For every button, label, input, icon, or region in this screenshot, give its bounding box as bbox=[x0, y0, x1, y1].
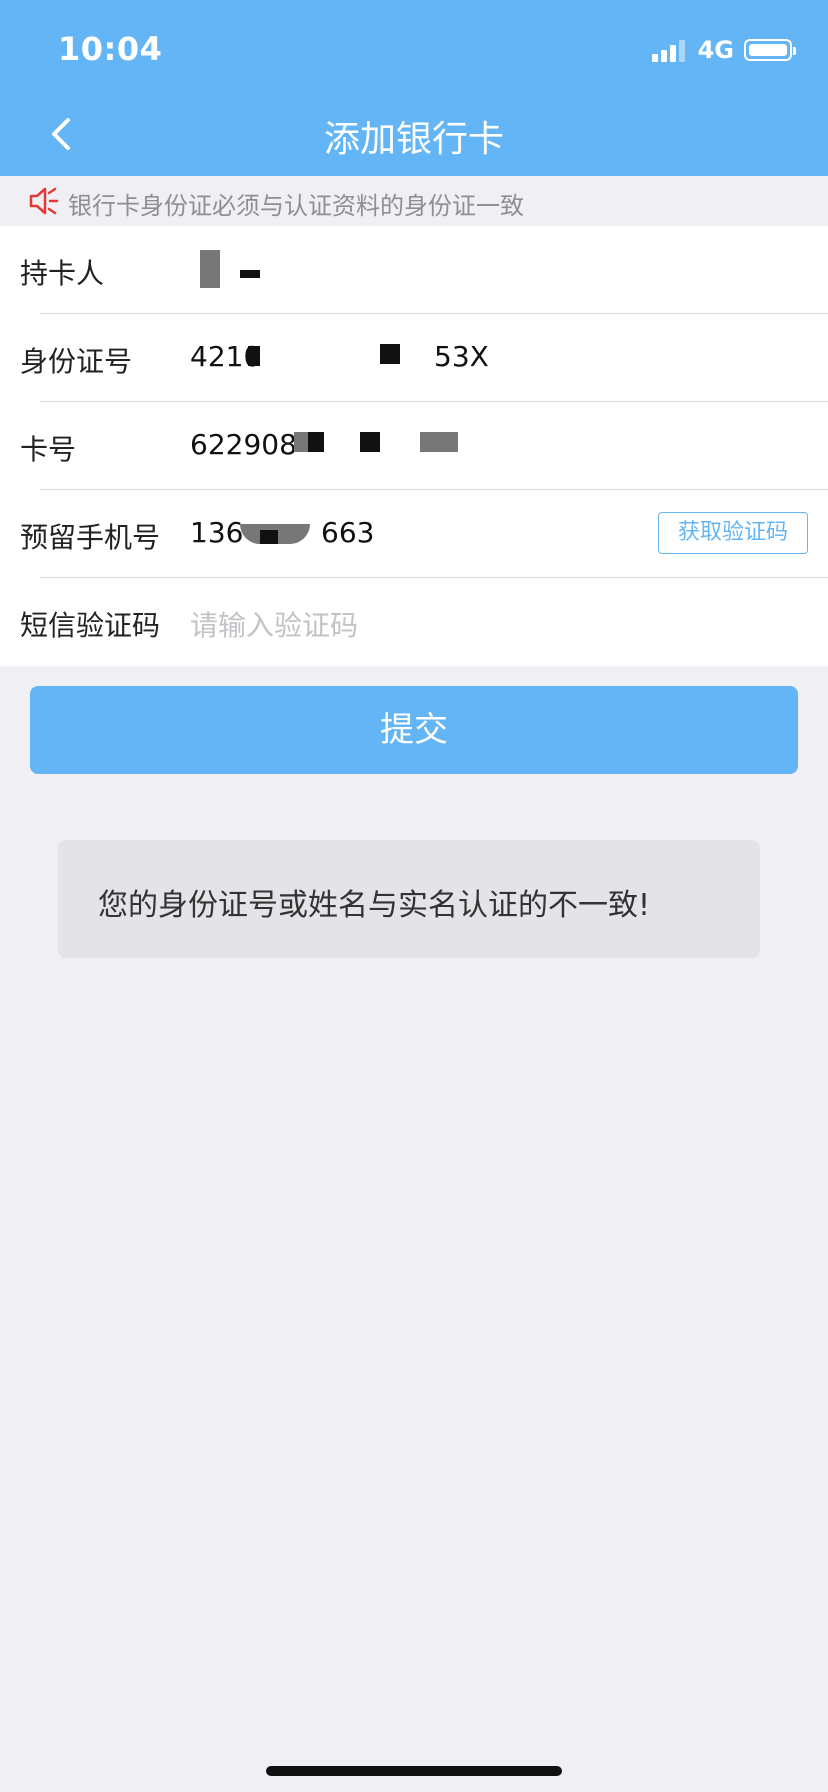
cardholder-label: 持卡人 bbox=[20, 257, 105, 290]
phone-field[interactable]: 136 663 bbox=[190, 516, 410, 552]
id-number-label: 身份证号 bbox=[20, 345, 133, 378]
phone-row: 预留手机号 136 663 获取验证码 bbox=[0, 490, 828, 578]
speaker-icon bbox=[29, 187, 59, 215]
sms-code-input[interactable]: 请输入验证码 bbox=[190, 604, 358, 644]
get-code-button[interactable]: 获取验证码 bbox=[658, 512, 808, 554]
notice-bar: 银行卡身份证必须与认证资料的身份证一致 bbox=[0, 176, 828, 226]
page-title: 添加银行卡 bbox=[323, 119, 504, 160]
phone-prefix: 136 bbox=[190, 516, 244, 549]
status-time: 10:04 bbox=[58, 30, 163, 68]
network-type: 4G bbox=[697, 36, 734, 64]
id-number-row: 身份证号 4210 53X bbox=[0, 314, 828, 402]
home-indicator[interactable] bbox=[266, 1766, 562, 1776]
redaction-mask bbox=[308, 432, 324, 452]
redaction-mask bbox=[420, 432, 458, 452]
card-number-prefix: 622908 bbox=[190, 428, 297, 461]
notice-text: 银行卡身份证必须与认证资料的身份证一致 bbox=[68, 192, 524, 220]
bank-card-form: 持卡人 身份证号 4210 53X 卡号 622908 预留手机号 136 66… bbox=[0, 226, 828, 666]
error-toast: 您的身份证号或姓名与实名认证的不一致! bbox=[58, 840, 760, 958]
battery-icon bbox=[744, 39, 796, 61]
submit-button[interactable]: 提交 bbox=[30, 686, 798, 774]
redaction-mask bbox=[240, 270, 260, 278]
id-number-suffix: 53X bbox=[434, 340, 489, 373]
toast-text: 您的身份证号或姓名与实名认证的不一致! bbox=[98, 888, 651, 923]
nav-bar: 添加银行卡 bbox=[0, 90, 828, 176]
phone-label: 预留手机号 bbox=[20, 521, 161, 554]
redaction-mask bbox=[380, 344, 400, 364]
phone-suffix: 663 bbox=[321, 516, 375, 549]
status-bar: 10:04 4G bbox=[0, 0, 828, 90]
redaction-mask bbox=[248, 346, 260, 366]
status-indicators: 4G bbox=[651, 36, 796, 64]
redaction-mask bbox=[200, 250, 220, 288]
redaction-mask bbox=[294, 432, 308, 452]
sms-code-row: 短信验证码 请输入验证码 bbox=[0, 578, 828, 666]
card-number-field[interactable]: 622908 bbox=[190, 428, 490, 464]
sms-code-label: 短信验证码 bbox=[20, 609, 161, 642]
card-number-row: 卡号 622908 bbox=[0, 402, 828, 490]
id-number-field[interactable]: 4210 53X bbox=[190, 340, 490, 376]
card-number-label: 卡号 bbox=[20, 433, 77, 466]
redaction-mask bbox=[260, 530, 278, 544]
cardholder-row: 持卡人 bbox=[0, 226, 828, 314]
signal-icon bbox=[651, 38, 688, 62]
redaction-mask bbox=[360, 432, 380, 452]
